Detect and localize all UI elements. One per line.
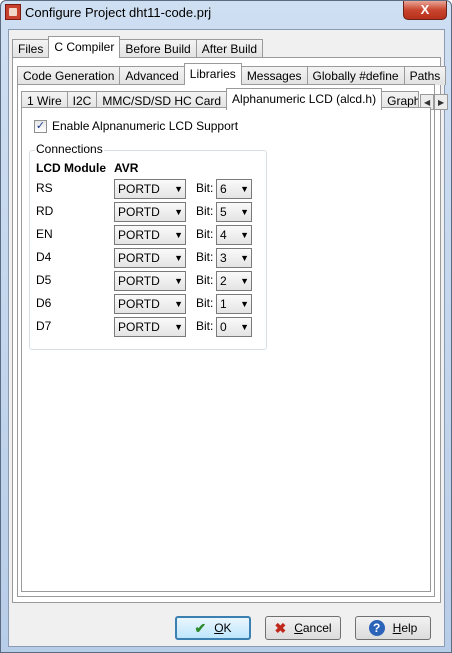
tab-paths[interactable]: Paths [403, 66, 447, 85]
c-compiler-panel: Code Generation Advanced Libraries Messa… [12, 57, 449, 603]
window-title: Configure Project dht11-code.prj [25, 5, 212, 20]
enable-lcd-label: Enable Alpnanumeric LCD Support [52, 119, 239, 133]
pin-label-d7: D7 [36, 319, 52, 333]
pin-label-d6: D6 [36, 296, 52, 310]
pin-label-rs: RS [36, 181, 53, 195]
bit-label-d4: Bit: [196, 250, 214, 264]
port-select-d4[interactable]: PORTD ▼ [114, 248, 186, 268]
bit-label-d5: Bit: [196, 273, 214, 287]
chevron-down-icon: ▼ [174, 207, 183, 217]
help-button[interactable]: ? Help [355, 616, 431, 640]
port-select-d6[interactable]: PORTD ▼ [114, 294, 186, 314]
chevron-down-icon: ▼ [240, 299, 249, 309]
chevron-down-icon: ▼ [240, 276, 249, 286]
port-select-d7[interactable]: PORTD ▼ [114, 317, 186, 337]
checkmark-icon: ✔ [194, 619, 207, 636]
chevron-down-icon: ▼ [240, 230, 249, 240]
main-tab-row: Files C Compiler Before Build After Buil… [12, 36, 264, 58]
chevron-down-icon: ▼ [174, 322, 183, 332]
help-icon: ? [368, 620, 385, 636]
help-label: Help [392, 621, 418, 635]
cancel-label: Cancel [294, 621, 332, 635]
tab-scroll-right-icon[interactable]: ▶ [434, 94, 449, 110]
chevron-down-icon: ▼ [174, 299, 183, 309]
bit-select-rs[interactable]: 6 ▼ [216, 179, 252, 199]
bit-select-d6[interactable]: 1 ▼ [216, 294, 252, 314]
tab-advanced[interactable]: Advanced [119, 66, 185, 85]
close-button[interactable]: X [403, 1, 447, 20]
enable-lcd-checkbox[interactable]: ✓ [34, 120, 47, 133]
pin-label-d5: D5 [36, 273, 52, 287]
pin-label-rd: RD [36, 204, 54, 218]
bit-select-d7[interactable]: 0 ▼ [216, 317, 252, 337]
chevron-down-icon: ▼ [240, 322, 249, 332]
title-bar[interactable]: Configure Project dht11-code.prj X [1, 1, 451, 25]
pin-label-en: EN [36, 227, 53, 241]
bit-select-d5[interactable]: 2 ▼ [216, 271, 252, 291]
bit-select-rd[interactable]: 5 ▼ [216, 202, 252, 222]
connections-label: Connections [35, 142, 104, 156]
cancel-button[interactable]: ✖ Cancel [265, 616, 341, 640]
dialog-window: Configure Project dht11-code.prj X Files… [0, 0, 452, 653]
chevron-down-icon: ▼ [174, 253, 183, 263]
ok-label: OK [214, 621, 232, 635]
port-select-rs[interactable]: PORTD ▼ [114, 179, 186, 199]
tab-c-compiler[interactable]: C Compiler [48, 36, 121, 58]
bit-label-en: Bit: [196, 227, 214, 241]
compiler-tab-row: Code Generation Advanced Libraries Messa… [17, 63, 447, 85]
bit-label-d6: Bit: [196, 296, 214, 310]
header-lcd-module: LCD Module [36, 161, 106, 175]
port-select-rd[interactable]: PORTD ▼ [114, 202, 186, 222]
tab-alphanumeric-lcd[interactable]: Alphanumeric LCD (alcd.h) [226, 88, 383, 110]
app-icon [5, 4, 21, 20]
ok-button[interactable]: ✔ OK [175, 616, 251, 640]
chevron-down-icon: ▼ [174, 184, 183, 194]
x-icon: ✖ [274, 619, 287, 636]
chevron-down-icon: ▼ [240, 207, 249, 217]
chevron-down-icon: ▼ [240, 184, 249, 194]
tab-libraries[interactable]: Libraries [183, 63, 242, 85]
bit-label-rd: Bit: [196, 204, 214, 218]
bit-select-en[interactable]: 4 ▼ [216, 225, 252, 245]
tab-after-build[interactable]: After Build [195, 39, 264, 58]
bit-label-d7: Bit: [196, 319, 214, 333]
dialog-client-area: Files C Compiler Before Build After Buil… [8, 29, 449, 647]
chevron-down-icon: ▼ [240, 253, 249, 263]
tab-files[interactable]: Files [12, 39, 50, 58]
port-select-en[interactable]: PORTD ▼ [114, 225, 186, 245]
chevron-down-icon: ▼ [174, 276, 183, 286]
bit-select-d4[interactable]: 3 ▼ [216, 248, 252, 268]
bit-label-rs: Bit: [196, 181, 214, 195]
connections-group: Connections LCD Module AVR RS PORTD ▼ Bit… [29, 142, 267, 350]
tab-globally-define[interactable]: Globally #define [306, 66, 405, 85]
header-avr: AVR [114, 161, 139, 175]
alcd-panel: ✓ Enable Alpnanumeric LCD Support Connec… [21, 107, 431, 592]
libraries-panel: 1 Wire I2C MMC/SD/SD HC Card Alphanumeri… [17, 84, 449, 597]
tab-code-generation[interactable]: Code Generation [17, 66, 121, 85]
chevron-down-icon: ▼ [174, 230, 183, 240]
tab-messages[interactable]: Messages [240, 66, 308, 85]
port-select-d5[interactable]: PORTD ▼ [114, 271, 186, 291]
tab-before-build[interactable]: Before Build [119, 39, 197, 58]
pin-label-d4: D4 [36, 250, 52, 264]
